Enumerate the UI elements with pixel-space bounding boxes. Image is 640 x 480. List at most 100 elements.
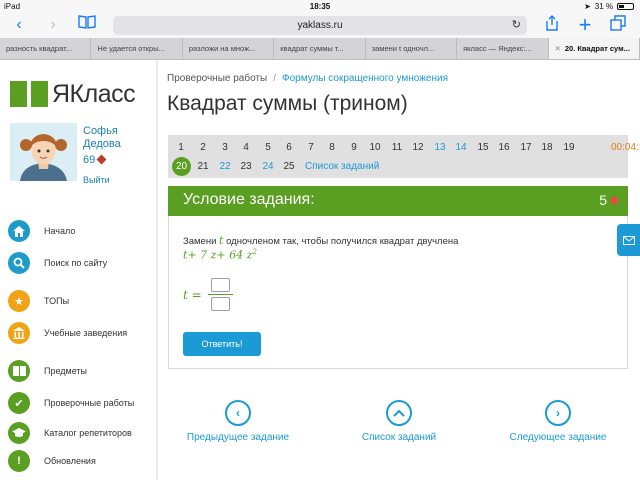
check-icon: ✔ xyxy=(8,392,30,414)
task-number[interactable]: 3 xyxy=(215,142,235,153)
task-number[interactable]: 16 xyxy=(494,142,514,153)
task-number[interactable]: 15 xyxy=(473,142,493,153)
browser-tab[interactable]: квадрат суммы т... xyxy=(274,38,366,59)
avatar[interactable] xyxy=(10,123,77,181)
chevron-left-icon: ‹ xyxy=(225,400,251,426)
fraction-bar xyxy=(207,294,233,295)
next-task-button[interactable]: › Следующее задание xyxy=(498,400,618,443)
sidebar-item-home[interactable]: Начало xyxy=(8,218,154,244)
url-text: yaklass.ru xyxy=(297,20,343,31)
battery-percent: 31 % xyxy=(594,2,613,11)
sidebar-item-subjects[interactable]: Предметы xyxy=(8,358,154,384)
task-number-current[interactable]: 20 xyxy=(172,157,191,176)
user-points[interactable]: 69 xyxy=(83,154,107,166)
logo-text: ЯКласс xyxy=(52,79,136,108)
browser-tab-active[interactable]: ✕ 20. Квадрат сум... xyxy=(548,38,640,59)
status-bar: iPad 18:35 ➤ 31 % xyxy=(0,0,640,13)
task-number[interactable]: 11 xyxy=(387,142,407,153)
numerator-input[interactable] xyxy=(210,278,230,292)
task-number[interactable]: 21 xyxy=(193,161,213,172)
reload-icon[interactable]: ↻ xyxy=(512,16,521,35)
browser-toolbar: ‹ › yaklass.ru ↻ + xyxy=(0,13,640,38)
task-number[interactable]: 6 xyxy=(279,142,299,153)
logout-link[interactable]: Выйти xyxy=(83,175,110,185)
browser-tab[interactable]: разность квадрат... xyxy=(0,38,92,59)
forward-icon[interactable]: › xyxy=(42,15,64,35)
sidebar-item-schools[interactable]: Учебные заведения xyxy=(8,320,154,346)
answer-fraction xyxy=(207,278,233,311)
task-number[interactable]: 7 xyxy=(301,142,321,153)
tab-bar: разность квадрат... Не удается откры... … xyxy=(0,38,640,60)
browser-tab[interactable]: Не удается откры... xyxy=(91,38,183,59)
share-icon[interactable] xyxy=(541,15,563,35)
sidebar-item-tops[interactable]: ★ ТОПы xyxy=(8,288,154,314)
gem-icon xyxy=(609,195,620,205)
task-number[interactable]: 5 xyxy=(258,142,278,153)
breadcrumb-current[interactable]: Формулы сокращенного умножения xyxy=(282,73,448,84)
task-header: Условие задания: 5 xyxy=(168,186,628,216)
browser-tab[interactable]: якласс — Яндекс:... xyxy=(457,38,549,59)
task-number-link[interactable]: 24 xyxy=(258,161,278,172)
sidebar-item-tests[interactable]: ✔ Проверочные работы xyxy=(8,390,154,416)
user-name[interactable]: Софья Дедова xyxy=(83,125,121,151)
task-variable: t xyxy=(219,234,224,247)
breadcrumb-root[interactable]: Проверочные работы xyxy=(167,73,267,84)
task-body: Замени t одночленом так, чтобы получился… xyxy=(168,216,628,369)
task-timer: 00:04:12 xyxy=(611,142,640,153)
chevron-right-icon: › xyxy=(545,400,571,426)
submit-answer-button[interactable]: Ответить! xyxy=(183,332,261,356)
site-logo[interactable]: ЯКласс xyxy=(10,77,136,111)
logo-book-icon xyxy=(10,81,48,107)
task-formula: t+ 7 z+ 64 z2 xyxy=(183,248,257,262)
task-number[interactable]: 19 xyxy=(559,142,579,153)
star-icon: ★ xyxy=(8,290,30,312)
building-icon xyxy=(8,322,30,344)
task-number[interactable]: 23 xyxy=(236,161,256,172)
bookmarks-icon[interactable] xyxy=(76,15,98,35)
task-number[interactable]: 8 xyxy=(322,142,342,153)
task-number-link[interactable]: 22 xyxy=(215,161,235,172)
sidebar-item-search[interactable]: Поиск по сайту xyxy=(8,250,154,276)
task-number[interactable]: 17 xyxy=(516,142,536,153)
battery-icon xyxy=(617,3,634,10)
browser-tab[interactable]: разложи на множ... xyxy=(183,38,275,59)
chevron-up-icon xyxy=(386,400,412,426)
location-icon: ➤ xyxy=(584,2,591,11)
task-number[interactable]: 1 xyxy=(171,142,191,153)
exclamation-icon: ! xyxy=(8,450,30,472)
task-number[interactable]: 12 xyxy=(408,142,428,153)
sidebar: ЯКласс Софья Дедова 69 Выйти Начало Поис… xyxy=(0,60,156,480)
new-tab-icon[interactable]: + xyxy=(574,14,596,36)
task-number[interactable]: 25 xyxy=(279,161,299,172)
denominator-input[interactable] xyxy=(210,297,230,311)
task-number-link[interactable]: 14 xyxy=(451,142,471,153)
task-number[interactable]: 10 xyxy=(365,142,385,153)
back-icon[interactable]: ‹ xyxy=(8,15,30,35)
browser-tab[interactable]: замени t одночл... xyxy=(366,38,458,59)
breadcrumb: Проверочные работы / Формулы сокращенного … xyxy=(167,73,449,84)
task-number[interactable]: 18 xyxy=(537,142,557,153)
search-icon xyxy=(8,252,30,274)
sidebar-item-tutors[interactable]: Каталог репетиторов xyxy=(8,420,154,446)
sidebar-item-updates[interactable]: ! Обновления xyxy=(8,448,154,474)
task-list-button[interactable]: Список заданий xyxy=(339,400,459,443)
gem-icon xyxy=(96,154,107,165)
task-list-link[interactable]: Список заданий xyxy=(305,161,379,172)
user-card: Софья Дедова 69 Выйти xyxy=(10,123,150,189)
task-header-title: Условие задания: xyxy=(183,191,315,208)
task-number[interactable]: 4 xyxy=(236,142,256,153)
task-number[interactable]: 2 xyxy=(193,142,213,153)
prev-task-button[interactable]: ‹ Предыдущее задание xyxy=(178,400,298,443)
close-tab-icon[interactable]: ✕ xyxy=(555,44,561,53)
page-title: Квадрат суммы (трином) xyxy=(167,92,408,115)
task-score: 5 xyxy=(599,192,620,208)
status-indicators: ➤ 31 % xyxy=(584,2,634,11)
feedback-mail-button[interactable] xyxy=(617,224,640,256)
mail-icon xyxy=(622,235,635,245)
address-bar[interactable]: yaklass.ru ↻ xyxy=(113,16,527,35)
task-statement: Замени t одночленом так, чтобы получился… xyxy=(183,234,459,247)
tabs-overview-icon[interactable] xyxy=(607,15,629,35)
task-number[interactable]: 9 xyxy=(344,142,364,153)
main-divider xyxy=(156,60,159,480)
task-number-link[interactable]: 13 xyxy=(430,142,450,153)
